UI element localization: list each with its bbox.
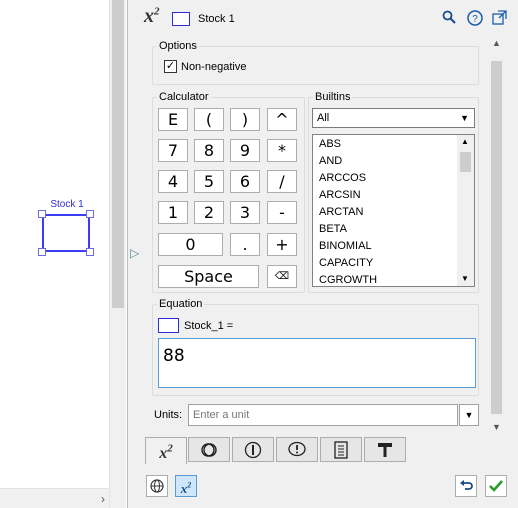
canvas-horizontal-scrollbar[interactable]: › [0, 488, 109, 508]
eight-key[interactable]: 8 [194, 139, 224, 162]
six-key[interactable]: 6 [230, 170, 260, 193]
three-key[interactable]: 3 [230, 201, 260, 224]
builtin-item[interactable]: CGROWTH [319, 274, 377, 286]
open-paren-key[interactable]: ( [194, 108, 224, 131]
panel-header: x2 Stock 1 ? [144, 5, 514, 32]
warning-bubble-icon [288, 441, 306, 457]
validation-tab[interactable] [276, 437, 318, 462]
nonnegative-label: Non-negative [181, 61, 247, 73]
globe-icon [150, 479, 164, 493]
equation-input[interactable]: 88 [158, 338, 476, 388]
popout-icon[interactable] [490, 10, 508, 28]
units-label: Units: [154, 409, 183, 421]
builtins-legend: Builtins [315, 91, 351, 103]
apply-button[interactable] [485, 475, 507, 497]
options-legend: Options [159, 40, 197, 52]
backspace-button[interactable]: ⌫ [267, 265, 297, 288]
stock-label: Stock 1 [50, 199, 84, 210]
style-tab[interactable] [364, 437, 406, 462]
undo-button[interactable] [455, 475, 477, 497]
panel-vertical-scrollbar[interactable]: ▲ ▼ [488, 34, 505, 436]
builtin-item[interactable]: AND [319, 155, 342, 167]
builtin-item[interactable]: ARCSIN [319, 189, 361, 201]
resize-handle[interactable] [38, 210, 46, 218]
paint-roller-icon [378, 443, 392, 457]
builtins-list[interactable]: ▲ ▼ ABS AND ARCCOS ARCSIN ARCTAN BETA BINOMIAL… [312, 134, 475, 287]
model-canvas[interactable]: Stock 1 › [0, 0, 126, 508]
e-key[interactable]: E [158, 108, 188, 131]
divide-key[interactable]: / [267, 170, 297, 193]
variable-name: Stock 1 [198, 13, 235, 25]
builtin-item[interactable]: ABS [319, 138, 341, 150]
nine-key[interactable]: 9 [230, 139, 260, 162]
search-icon[interactable] [440, 10, 458, 28]
zero-key[interactable]: 0 [158, 233, 223, 256]
chevron-down-icon[interactable]: ▼ [461, 274, 469, 283]
nonnegative-checkbox[interactable]: ✓ [164, 60, 177, 73]
stock-type-swatch [158, 318, 179, 333]
globe-button[interactable] [146, 475, 168, 497]
chevron-up-icon[interactable]: ▲ [492, 38, 501, 48]
builtin-item[interactable]: BINOMIAL [319, 240, 372, 252]
resize-handle[interactable] [86, 210, 94, 218]
document-icon [334, 441, 348, 459]
units-dropdown-button[interactable]: ▼ [459, 404, 479, 426]
calculator-legend: Calculator [159, 91, 209, 103]
info-tab[interactable] [232, 437, 274, 462]
four-key[interactable]: 4 [158, 170, 188, 193]
stock-type-swatch [172, 12, 190, 26]
stock-node[interactable] [42, 214, 90, 252]
builtin-item[interactable]: BETA [319, 223, 347, 235]
equation-tab[interactable]: x2 [145, 437, 187, 464]
plus-key[interactable]: + [267, 233, 297, 256]
minus-key[interactable]: - [267, 201, 297, 224]
equation-mode-button[interactable]: x2 [175, 475, 197, 497]
equation-icon: x2 [159, 443, 173, 463]
equation-prefix: Stock_1 = [184, 320, 234, 332]
resize-handle[interactable] [86, 248, 94, 256]
equation-legend: Equation [159, 298, 203, 310]
multiply-key[interactable]: * [267, 139, 297, 162]
caret-key[interactable]: ^ [267, 108, 297, 131]
checkmark-icon [489, 480, 503, 492]
seven-key[interactable]: 7 [158, 139, 188, 162]
chevron-right-icon[interactable]: › [101, 492, 105, 506]
undo-icon [460, 480, 473, 490]
display-icon [201, 443, 217, 457]
builtins-filter-value: All [317, 112, 330, 124]
chevron-up-icon[interactable]: ▲ [461, 137, 469, 146]
equation-icon: x2 [180, 481, 192, 497]
scrollbar-thumb[interactable] [491, 61, 502, 414]
builtins-scrollbar[interactable]: ▲ ▼ [457, 135, 474, 286]
space-key[interactable]: Space [158, 265, 259, 288]
collapse-panel-icon[interactable]: ▷ [130, 246, 139, 260]
builtin-item[interactable]: CAPACITY [319, 257, 373, 269]
info-icon [244, 441, 262, 459]
equation-icon: x2 [144, 5, 160, 27]
two-key[interactable]: 2 [194, 201, 224, 224]
help-icon[interactable]: ? [466, 10, 484, 28]
close-paren-key[interactable]: ) [230, 108, 260, 131]
svg-text:?: ? [472, 14, 478, 25]
chevron-down-icon[interactable]: ▼ [492, 422, 501, 432]
builtins-filter-select[interactable]: All ▼ [312, 108, 475, 128]
display-tab[interactable] [188, 437, 230, 462]
scrollbar-thumb[interactable] [460, 152, 471, 172]
resize-handle[interactable] [38, 248, 46, 256]
one-key[interactable]: 1 [158, 201, 188, 224]
five-key[interactable]: 5 [194, 170, 224, 193]
decimal-key[interactable]: . [230, 233, 260, 256]
notes-tab[interactable] [320, 437, 362, 462]
chevron-down-icon: ▼ [460, 113, 469, 123]
scrollbar-thumb[interactable] [112, 0, 124, 308]
builtin-item[interactable]: ARCTAN [319, 206, 363, 218]
builtin-item[interactable]: ARCCOS [319, 172, 366, 184]
canvas-vertical-scrollbar[interactable] [109, 0, 126, 508]
units-input[interactable]: Enter a unit [188, 404, 458, 426]
